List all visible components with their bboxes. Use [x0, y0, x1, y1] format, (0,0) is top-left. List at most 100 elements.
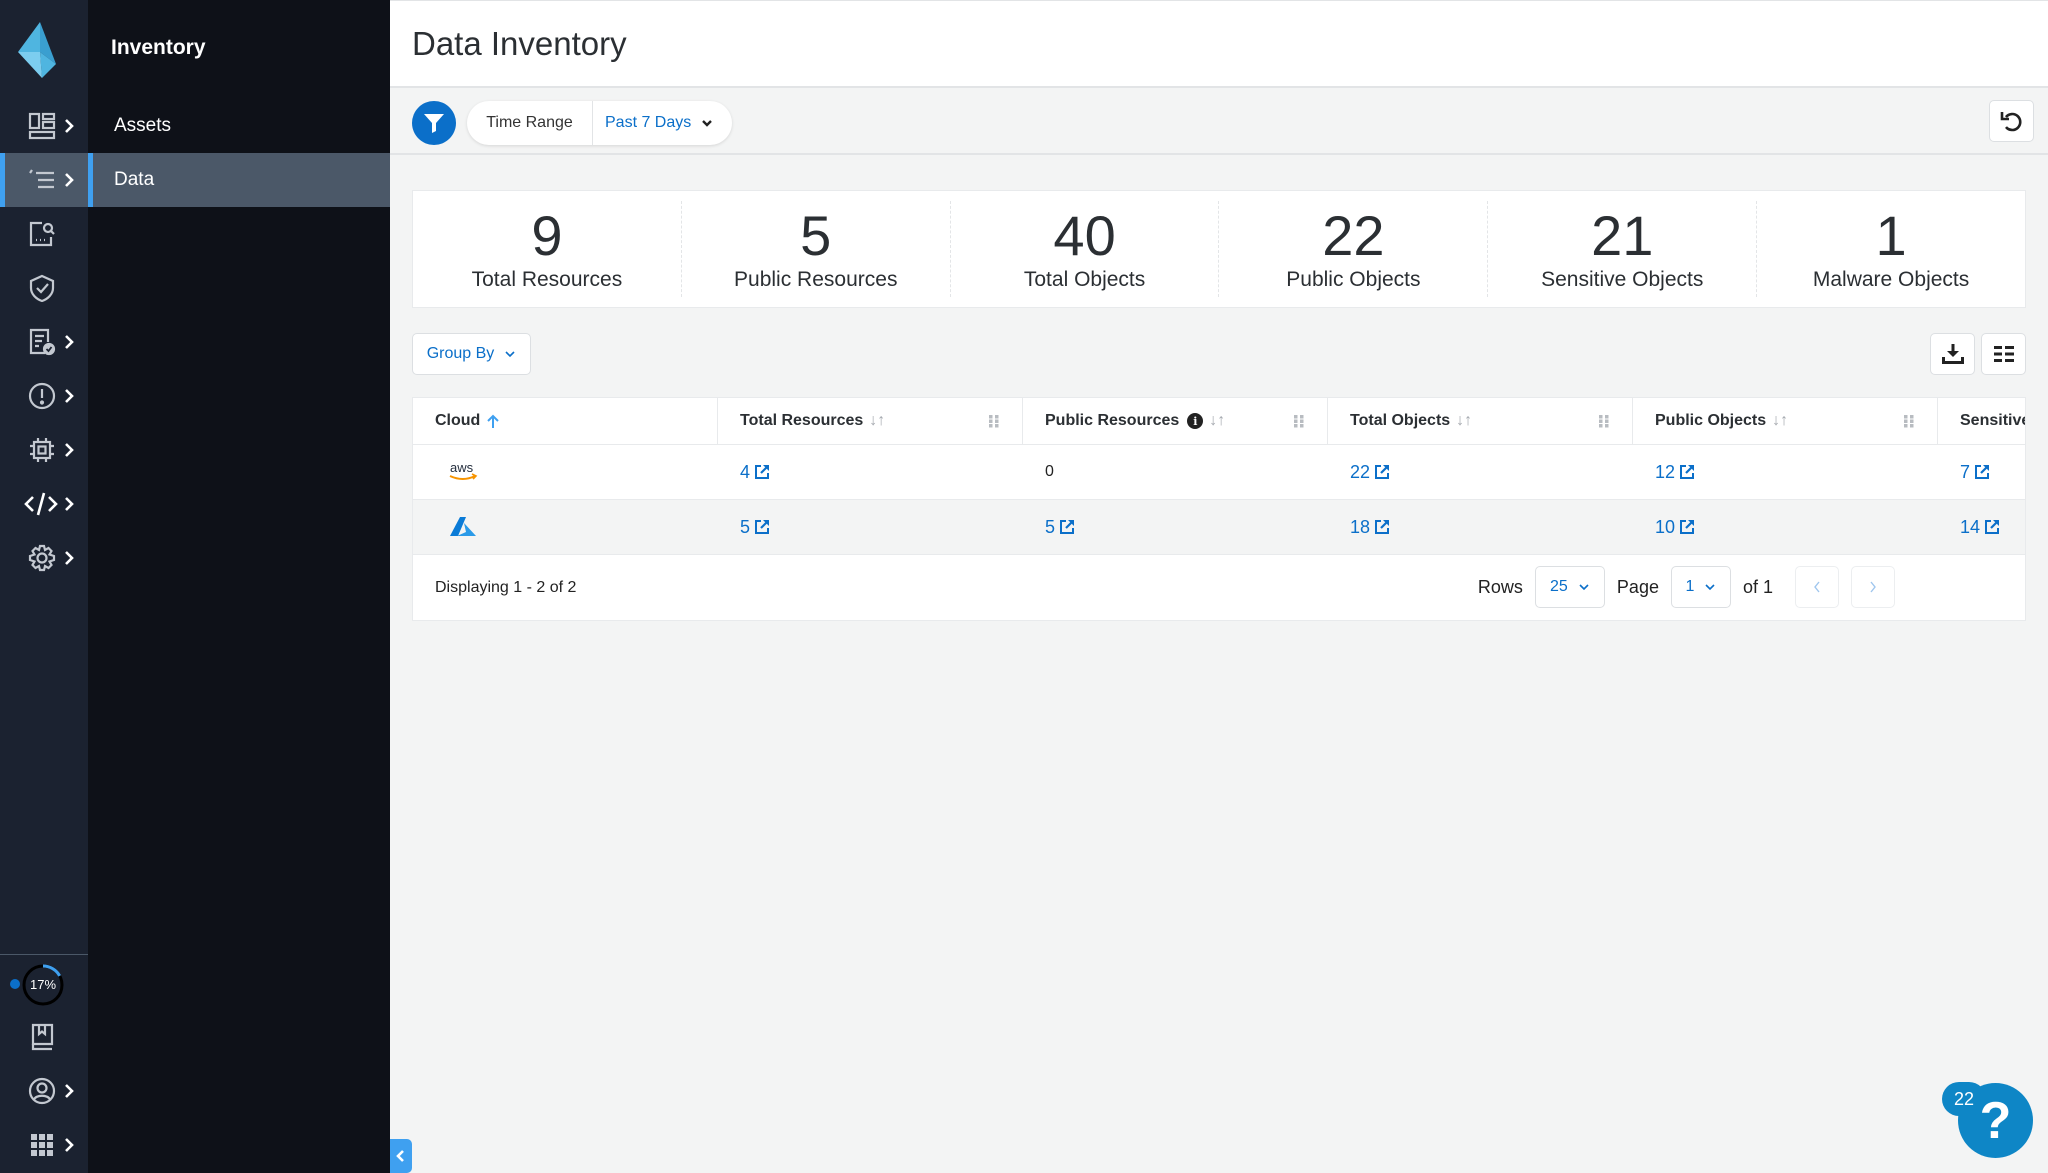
chevron-right-icon	[65, 497, 74, 511]
gear-icon	[28, 544, 56, 572]
total-resources-cell[interactable]: 5	[718, 500, 1023, 554]
rail-item-investigate[interactable]	[0, 207, 88, 261]
subnav-item-label: Data	[114, 169, 155, 190]
secondary-nav: Inventory Assets Data	[88, 0, 390, 1173]
rows-per-page-select[interactable]: 25	[1534, 566, 1605, 608]
stat-value: 9	[531, 204, 563, 267]
chevron-right-icon	[65, 389, 74, 403]
undo-icon	[2000, 112, 2021, 132]
icon-rail: 17%	[0, 0, 88, 1173]
shield-check-icon	[29, 274, 55, 302]
reset-button[interactable]	[1989, 100, 2034, 142]
column-header-total-objects[interactable]: Total Objects ↓↑	[1328, 398, 1633, 444]
total-objects-link[interactable]: 22	[1350, 462, 1390, 483]
stat-public-objects: 22 Public Objects	[1219, 201, 1489, 297]
column-header-total-resources[interactable]: Total Resources ↓↑	[718, 398, 1023, 444]
info-icon[interactable]: i	[1187, 413, 1204, 429]
rail-item-alerts[interactable]	[0, 369, 88, 423]
stat-malware-objects: 1 Malware Objects	[1757, 201, 2025, 297]
total-resources-link[interactable]: 4	[740, 462, 770, 483]
stat-label: Sensitive Objects	[1541, 268, 1704, 291]
page-select[interactable]: 1	[1670, 566, 1731, 608]
public-objects-link[interactable]: 12	[1655, 462, 1695, 483]
sensitive-cell[interactable]: 7	[1938, 445, 2025, 499]
drag-handle-icon[interactable]	[1293, 414, 1305, 428]
sort-icon[interactable]: ↓↑	[1772, 412, 1788, 430]
sensitive-link[interactable]: 7	[1960, 462, 1990, 483]
total-objects-link[interactable]: 18	[1350, 517, 1390, 538]
rail-item-profile[interactable]	[0, 1064, 88, 1118]
rail-item-policies[interactable]	[0, 315, 88, 369]
cloud-cell	[413, 500, 718, 554]
stat-value: 1	[1875, 204, 1907, 267]
column-header-cloud[interactable]: Cloud	[413, 398, 718, 444]
chevron-right-icon	[65, 1084, 74, 1098]
pagination: Rows 25 Page 1 of 1	[1478, 566, 1895, 608]
alert-circle-icon	[28, 382, 56, 410]
sensitive-cell[interactable]: 14	[1938, 500, 2025, 554]
public-objects-cell[interactable]: 10	[1633, 500, 1938, 554]
rows-per-page-value: 25	[1550, 578, 1568, 595]
column-label: Sensitive	[1960, 412, 2026, 429]
group-by-label: Group By	[426, 345, 495, 362]
rail-item-inventory[interactable]	[0, 153, 88, 207]
app-logo[interactable]	[18, 22, 68, 78]
column-header-sensitive[interactable]: Sensitive	[1938, 398, 2026, 444]
time-range-dropdown[interactable]: Past 7 Days	[593, 114, 713, 132]
columns-icon	[1993, 346, 2014, 362]
column-header-public-resources[interactable]: Public Resources i ↓↑	[1023, 398, 1328, 444]
total-resources-link[interactable]: 5	[740, 517, 770, 538]
section-title: Inventory	[111, 36, 206, 59]
rail-item-dashboard[interactable]	[0, 99, 88, 153]
sort-icon[interactable]: ↓↑	[1209, 412, 1225, 430]
sensitive-link[interactable]: 14	[1960, 517, 2000, 538]
cell-value: 22	[1350, 461, 1371, 482]
columns-button[interactable]	[1981, 333, 2026, 375]
rail-item-compliance[interactable]	[0, 261, 88, 315]
sort-icon[interactable]: ↓↑	[1456, 412, 1472, 430]
public-objects-cell[interactable]: 12	[1633, 445, 1938, 499]
public-resources-link[interactable]: 5	[1045, 517, 1075, 538]
main-content: Data Inventory Time Range Past 7 Days 9T…	[390, 0, 2048, 1173]
svg-text:aws: aws	[450, 460, 474, 475]
column-label: Public Objects	[1655, 412, 1767, 429]
drag-handle-icon[interactable]	[988, 414, 1000, 428]
chevron-down-icon	[505, 351, 515, 358]
rail-item-docs[interactable]	[0, 1010, 88, 1064]
total-objects-cell[interactable]: 18	[1328, 500, 1633, 554]
filter-button[interactable]	[412, 101, 456, 145]
drag-handle-icon[interactable]	[1903, 414, 1915, 428]
rows-label: Rows	[1477, 576, 1523, 597]
public-resources-cell[interactable]: 5	[1023, 500, 1328, 554]
column-label: Cloud	[435, 412, 481, 429]
cloud-cell: aws	[413, 445, 718, 499]
column-label: Total Objects	[1350, 412, 1451, 429]
download-button[interactable]	[1930, 333, 1975, 375]
cell-value: 5	[1045, 516, 1056, 537]
previous-page-button[interactable]	[1795, 566, 1839, 608]
time-range-filter[interactable]: Time Range Past 7 Days	[467, 101, 732, 145]
sort-icon[interactable]: ↓↑	[869, 412, 885, 430]
chip-icon	[30, 438, 54, 462]
chevron-down-icon	[702, 120, 713, 127]
next-page-button[interactable]	[1851, 566, 1895, 608]
public-objects-link[interactable]: 10	[1655, 517, 1695, 538]
rail-item-progress[interactable]: 17%	[0, 956, 88, 1012]
dashboard-icon	[28, 112, 56, 140]
rail-item-apps[interactable]	[0, 1118, 88, 1172]
rail-item-settings[interactable]	[0, 531, 88, 585]
chevron-left-icon	[1814, 581, 1820, 593]
cell-value: 12	[1655, 461, 1676, 482]
rail-item-compute[interactable]	[0, 423, 88, 477]
rail-item-code[interactable]	[0, 477, 88, 531]
subnav-item-data[interactable]: Data	[88, 153, 390, 207]
group-by-dropdown[interactable]: Group By	[412, 333, 531, 375]
column-header-public-objects[interactable]: Public Objects ↓↑	[1633, 398, 1938, 444]
sort-ascending-icon[interactable]	[486, 413, 500, 429]
subnav-item-assets[interactable]: Assets	[88, 99, 390, 153]
external-link-icon	[1680, 465, 1695, 479]
chevron-right-icon	[65, 119, 74, 133]
total-objects-cell[interactable]: 22	[1328, 445, 1633, 499]
drag-handle-icon[interactable]	[1598, 414, 1610, 428]
total-resources-cell[interactable]: 4	[718, 445, 1023, 499]
